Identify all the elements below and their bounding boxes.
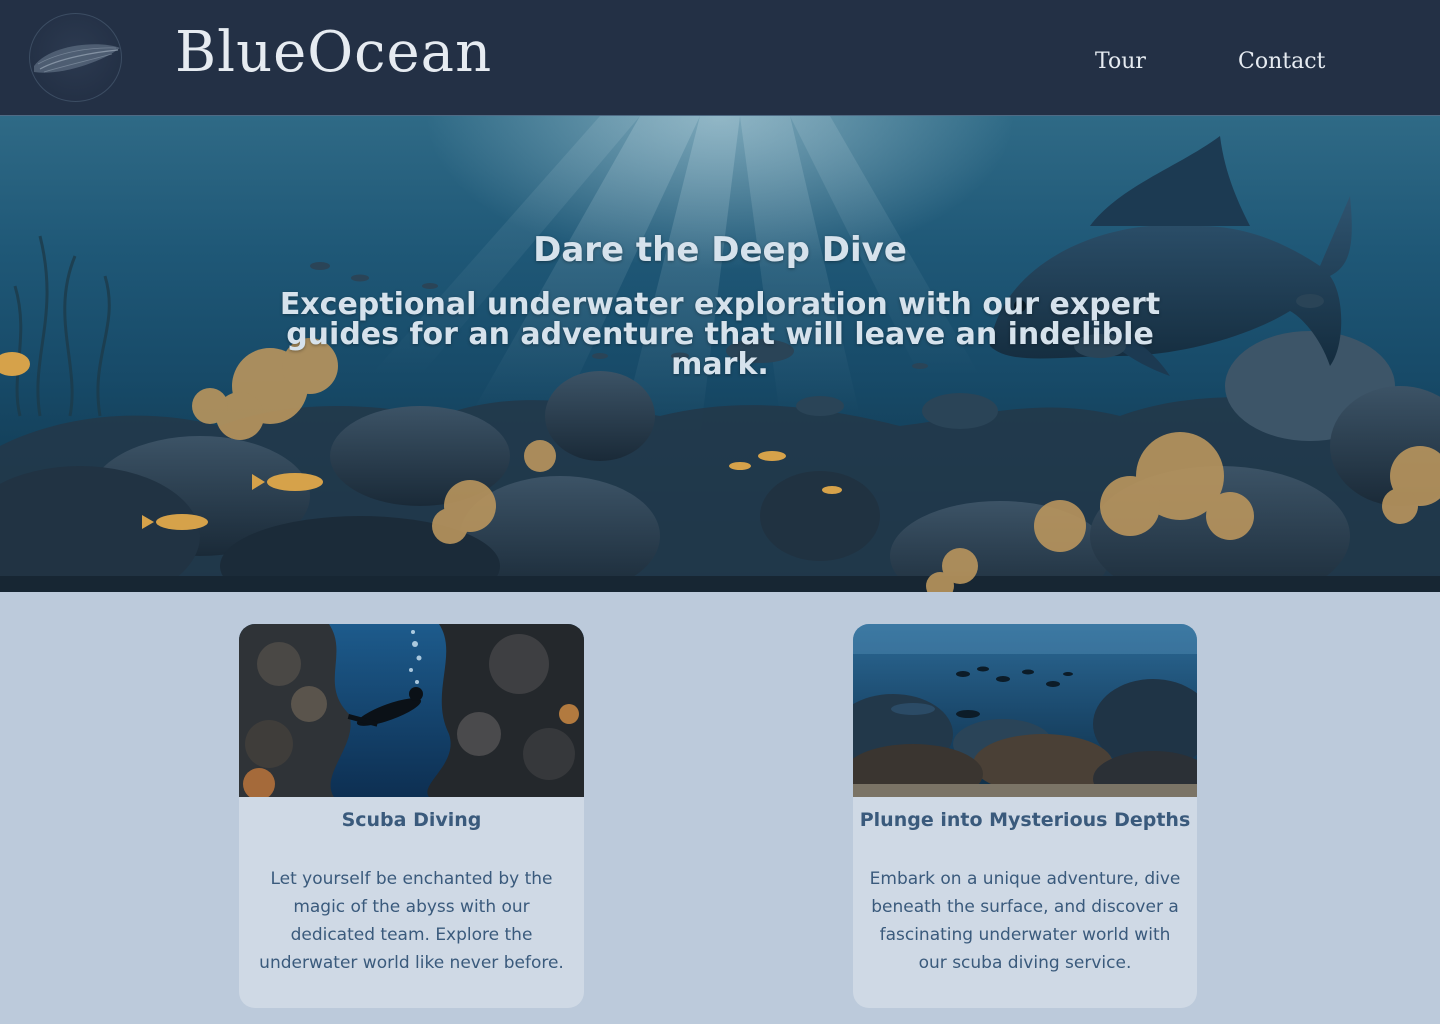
hero-title: Dare the Deep Dive (533, 230, 907, 270)
card-image-seafloor (853, 624, 1197, 797)
card-description: Let yourself be enchanted by the magic o… (259, 869, 564, 973)
fish-icon[interactable] (29, 13, 122, 102)
card-description: Embark on a unique adventure, dive benea… (869, 869, 1181, 973)
hero-subtitle: Exceptional underwater exploration with … (279, 287, 1161, 382)
card-image-diver (239, 624, 584, 797)
hero-banner: Dare the Deep Dive Exceptional underwate… (0, 116, 1440, 592)
card-scuba-diving[interactable]: Scuba Diving Let yourself be enchanted b… (239, 624, 584, 1008)
card-title: Plunge into Mysterious Depths (859, 809, 1191, 831)
site-header: BlueOcean Tour Contact (0, 0, 1440, 116)
card-title: Scuba Diving (341, 809, 482, 831)
brand-name[interactable]: BlueOcean (175, 22, 492, 84)
card-mysterious-depths[interactable]: Plunge into Mysterious Depths Embark on … (853, 624, 1197, 1008)
nav-contact-link[interactable]: Contact (1238, 49, 1325, 74)
nav-tour-link[interactable]: Tour (1095, 49, 1146, 74)
